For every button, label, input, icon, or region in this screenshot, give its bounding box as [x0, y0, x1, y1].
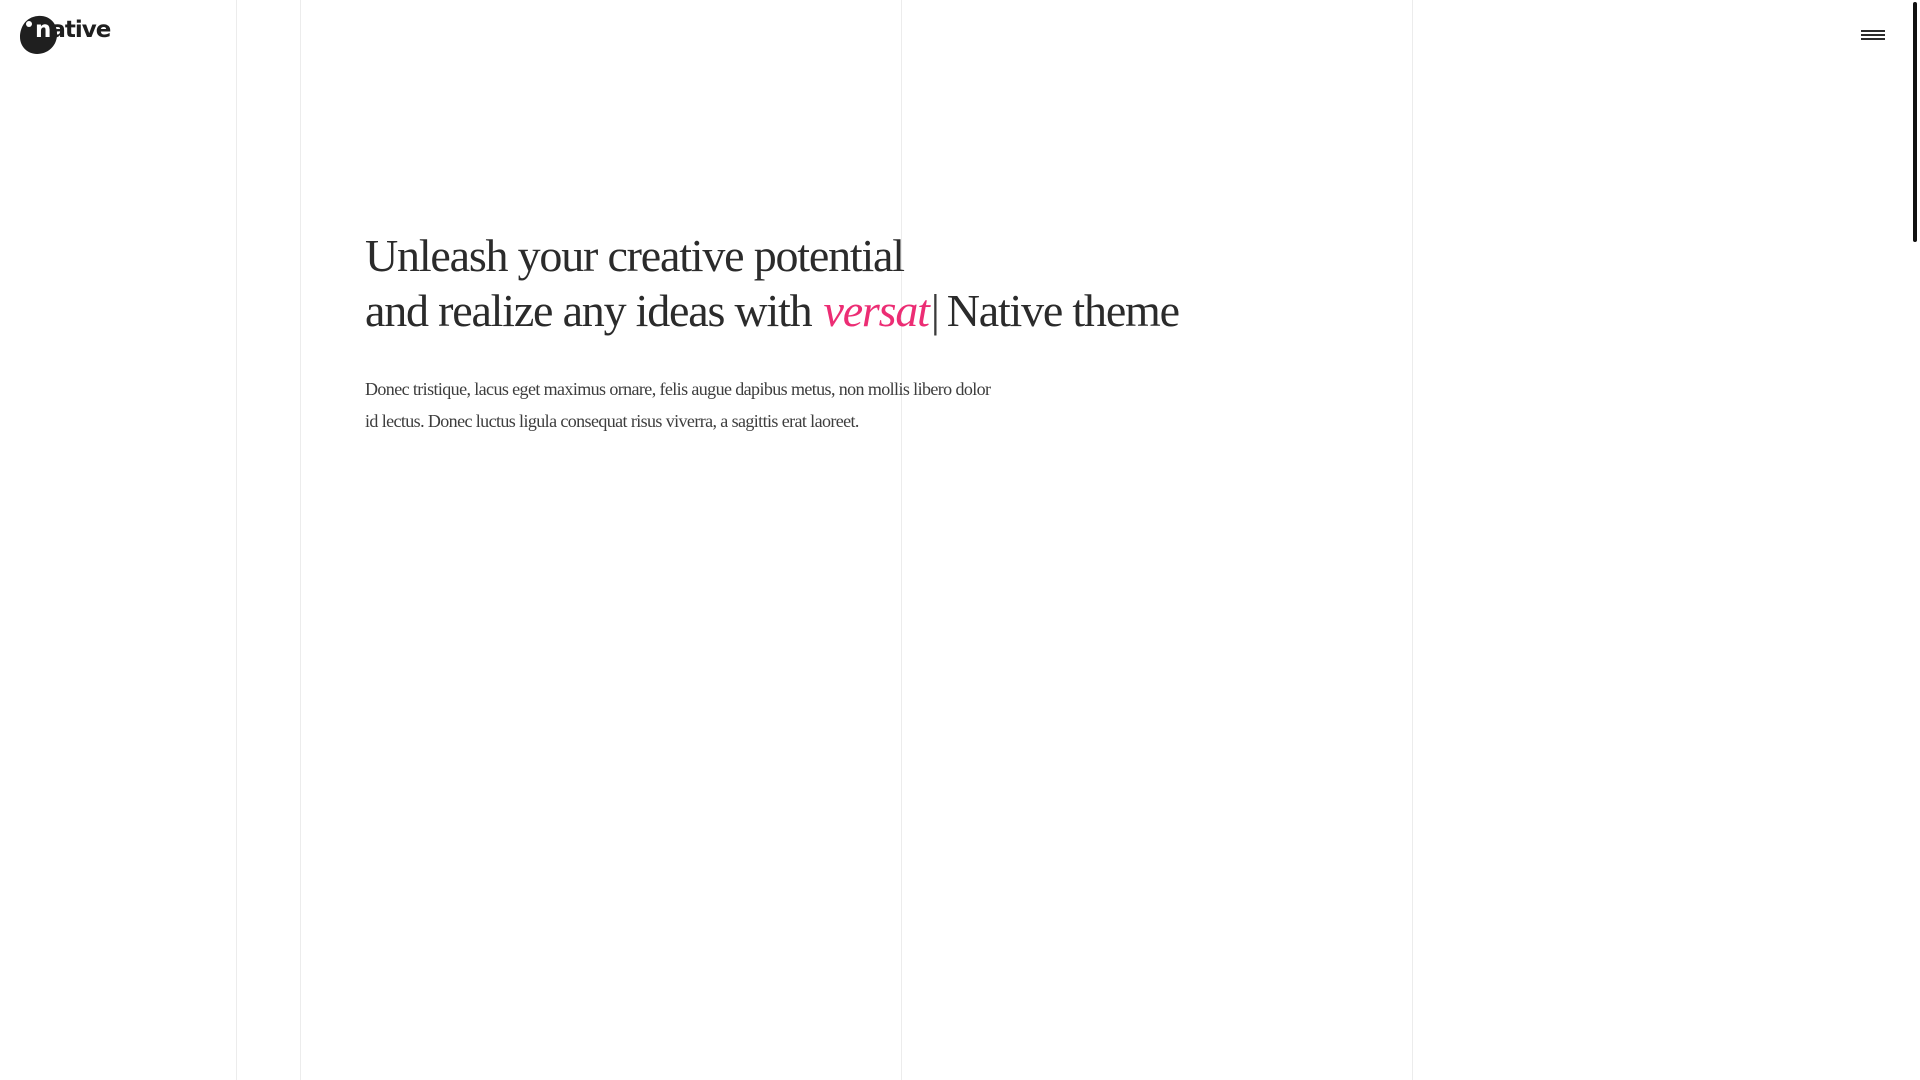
grid-line [300, 0, 301, 1080]
grid-line [236, 0, 237, 1080]
hero-section: Unleash your creative potential and real… [365, 228, 1465, 437]
page: native Unleash your creative potential a… [0, 0, 1920, 1080]
logo-wordmark-first: n [35, 17, 51, 43]
hero-title-line2-start: and realize any ideas with [365, 285, 813, 336]
scrollbar-thumb[interactable] [1913, 2, 1917, 242]
logo-wordmark-rest: ative [50, 17, 111, 43]
hamburger-menu-button[interactable] [1858, 24, 1888, 46]
grid-line [1412, 0, 1413, 1080]
logo-wordmark: native [35, 17, 111, 43]
hero-description: Donec tristique, lacus eget maximus orna… [365, 379, 991, 431]
hero-title-line2-end: Native theme [946, 285, 1180, 336]
scrollbar[interactable] [1910, 0, 1920, 1080]
hamburger-menu-icon-line [1861, 34, 1885, 36]
hero-title-line1: Unleash your creative potential [365, 230, 905, 281]
hamburger-menu-icon-line [1861, 38, 1885, 40]
hero-title: Unleash your creative potential and real… [365, 228, 1465, 338]
site-logo[interactable]: native [19, 15, 111, 55]
hero-typed-word: versat [823, 285, 929, 336]
hamburger-menu-icon-line [1861, 30, 1885, 32]
typing-caret: | [930, 285, 940, 336]
grid-line [901, 0, 902, 1080]
